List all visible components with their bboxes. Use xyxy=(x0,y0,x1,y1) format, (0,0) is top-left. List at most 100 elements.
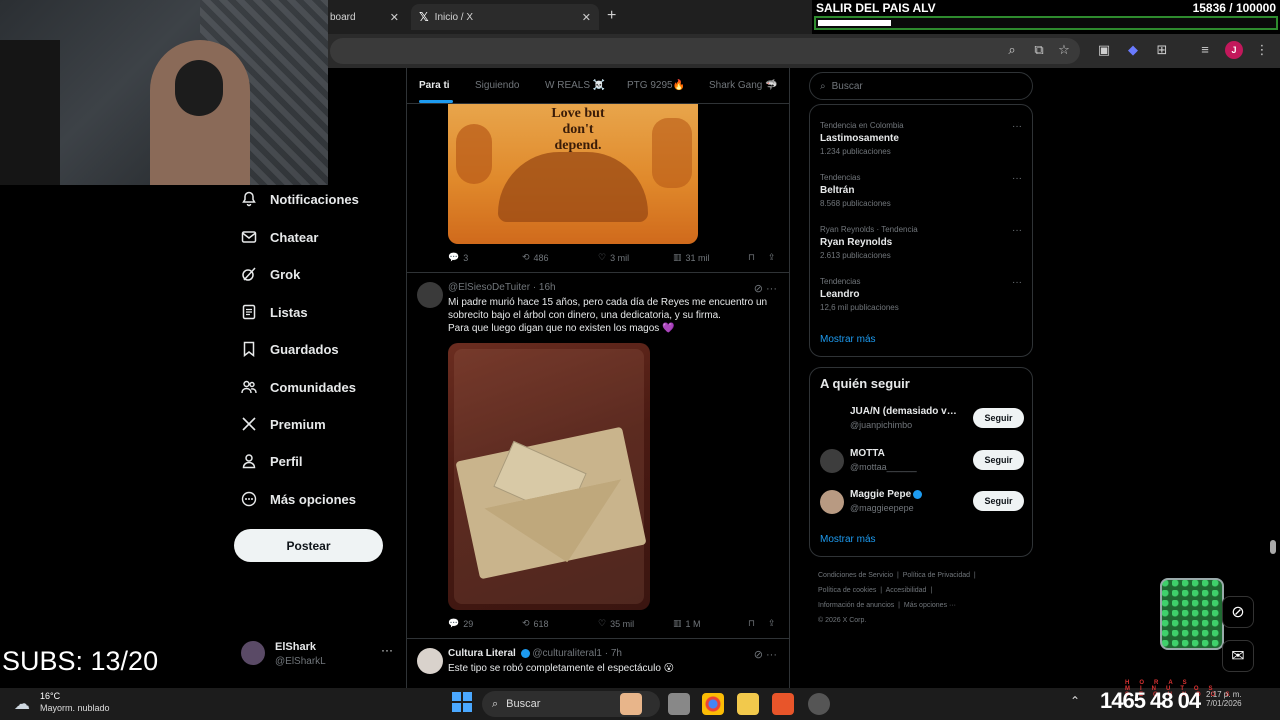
reply-icon: 💬 xyxy=(448,618,460,628)
system-clock[interactable]: 2:17 p. m. 7/01/2026 xyxy=(1206,690,1242,708)
follow-button[interactable]: Seguir xyxy=(973,450,1024,470)
tab-ptg[interactable]: PTG 9295🔥 xyxy=(627,80,685,91)
browser-tab-board[interactable]: board ✕ xyxy=(322,4,407,30)
chevron-up-icon[interactable]: ⌃ xyxy=(1070,694,1080,708)
close-icon[interactable]: ✕ xyxy=(582,11,591,24)
donation-goal: SALIR DEL PAIS ALV 15836 / 100000 xyxy=(812,0,1280,34)
more-icon[interactable]: ⊘ ··· xyxy=(754,282,777,295)
account-switcher[interactable]: ElShark @ElSharkL ··· xyxy=(241,639,396,669)
more-icon[interactable]: ⊘ ··· xyxy=(754,648,777,661)
more-icon[interactable]: ··· xyxy=(1012,173,1022,184)
browser-tab-x[interactable]: 𝕏 Inicio / X ✕ xyxy=(411,4,599,30)
tweet-image[interactable]: Love but don't depend. xyxy=(448,104,698,244)
nav-lists[interactable]: Listas xyxy=(240,303,308,321)
weather-description: Mayorm. nublado xyxy=(40,703,110,713)
footer-link[interactable]: Política de cookies xyxy=(818,587,876,594)
search-input[interactable]: ⌕ Buscar xyxy=(809,72,1033,100)
share-icon[interactable]: ⇪ xyxy=(768,252,776,263)
more-icon[interactable]: ··· xyxy=(1012,225,1022,236)
like-button[interactable]: ♡ 35 mil xyxy=(598,618,634,629)
views-button[interactable]: ▥ 31 mil xyxy=(673,252,710,263)
footer-link[interactable]: Política de Privacidad xyxy=(903,572,970,579)
star-icon[interactable]: ☆ xyxy=(1055,41,1073,59)
extension-icon[interactable]: ▣ xyxy=(1095,41,1113,59)
avatar xyxy=(820,407,844,431)
repost-button[interactable]: ⟲ 618 xyxy=(522,618,549,629)
scrollbar-thumb[interactable] xyxy=(1270,540,1276,554)
trend-item[interactable]: Tendencias Leandro 12,6 mil publicacione… xyxy=(820,277,899,312)
follow-button[interactable]: Seguir xyxy=(973,491,1024,511)
nav-profile[interactable]: Perfil xyxy=(240,452,303,470)
footer-link[interactable]: Condiciones de Servicio xyxy=(818,572,893,579)
show-more-trends-link[interactable]: Mostrar más xyxy=(820,334,876,345)
nav-more-options[interactable]: Más opciones xyxy=(240,490,356,508)
nav-label: Notificaciones xyxy=(270,191,359,207)
mail-icon[interactable]: ✉ xyxy=(1222,640,1254,672)
like-button[interactable]: ♡ 3 mil xyxy=(598,252,629,263)
tab-following[interactable]: Siguiendo xyxy=(475,80,519,91)
follow-button[interactable]: Seguir xyxy=(973,408,1024,428)
tab-shark-gang[interactable]: Shark Gang 🦈 xyxy=(709,80,778,91)
follow-suggestion[interactable]: Maggie Pepe @maggieepepe Seguir xyxy=(820,488,1024,518)
tweet-handle[interactable]: @ElSiesoDeTuiter xyxy=(448,282,530,293)
brave-icon[interactable] xyxy=(772,693,794,715)
follow-suggestion[interactable]: JUA/N (demasiado ver... @juanpichimbo Se… xyxy=(820,405,1024,435)
address-bar[interactable] xyxy=(330,38,1080,64)
repost-button[interactable]: ⟲ 486 xyxy=(522,252,549,263)
avatar xyxy=(820,490,844,514)
puzzle-icon[interactable]: ⊞ xyxy=(1153,41,1171,59)
nav-bookmarks[interactable]: Guardados xyxy=(240,340,339,358)
grok-icon[interactable]: ⊘ xyxy=(1222,596,1254,628)
tab-w-reals[interactable]: W REALS ☠️ xyxy=(545,80,605,91)
footer-link[interactable]: Más opciones ··· xyxy=(904,602,956,609)
clock-date: 7/01/2026 xyxy=(1206,699,1242,708)
people-icon xyxy=(240,378,258,396)
avatar[interactable] xyxy=(417,282,443,308)
zoom-icon[interactable]: ⌕ xyxy=(1003,41,1021,59)
reply-button[interactable]: 💬 3 xyxy=(448,252,468,263)
bookmark-icon[interactable]: ⊓ xyxy=(748,618,755,629)
media-icon[interactable]: ≡ xyxy=(1196,41,1214,59)
nav-label: Grok xyxy=(270,266,301,282)
task-view-icon[interactable] xyxy=(668,693,690,715)
tab-for-you[interactable]: Para ti xyxy=(419,80,450,91)
trend-count: 8.568 publicaciones xyxy=(820,199,891,208)
bookmark-icon[interactable]: ⊓ xyxy=(748,252,755,263)
views-button[interactable]: ▥ 1 M xyxy=(673,618,701,629)
app-icon[interactable] xyxy=(620,693,642,715)
show-more-follow-link[interactable]: Mostrar más xyxy=(820,534,876,545)
tweet-handle[interactable]: @culturaliteral1 xyxy=(532,648,602,659)
windows-start-icon[interactable] xyxy=(452,692,472,712)
more-icon[interactable]: ··· xyxy=(1012,121,1022,132)
new-tab-button[interactable]: + xyxy=(607,7,616,25)
install-icon[interactable]: ⧉ xyxy=(1030,41,1048,59)
tweet-author-name[interactable]: Cultura Literal xyxy=(448,648,516,659)
nav-communities[interactable]: Comunidades xyxy=(240,378,356,396)
kebab-menu-icon[interactable]: ⋮ xyxy=(1253,41,1271,59)
nav-premium[interactable]: Premium xyxy=(240,415,326,433)
trend-item[interactable]: Ryan Reynolds · Tendencia Ryan Reynolds … xyxy=(820,225,918,260)
folder-icon[interactable] xyxy=(737,693,759,715)
chrome-icon[interactable] xyxy=(702,693,724,715)
footer-link[interactable]: Información de anuncios xyxy=(818,602,894,609)
nav-chat[interactable]: Chatear xyxy=(240,228,318,246)
more-icon[interactable]: ··· xyxy=(381,643,393,657)
footer-link[interactable]: Accesibilidad xyxy=(886,587,927,594)
timeline: Para ti Siguiendo W REALS ☠️ PTG 9295🔥 S… xyxy=(406,68,790,688)
trend-item[interactable]: Tendencias Beltrán 8.568 publicaciones xyxy=(820,173,891,208)
nav-grok[interactable]: Grok xyxy=(240,265,300,283)
reply-button[interactable]: 💬 29 xyxy=(448,618,473,629)
nav-notifications[interactable]: Notificaciones xyxy=(240,190,359,208)
vpn-icon[interactable]: ◆ xyxy=(1124,41,1142,59)
close-icon[interactable]: ✕ xyxy=(390,11,399,24)
share-icon[interactable]: ⇪ xyxy=(768,618,776,629)
post-button[interactable]: Postear xyxy=(234,529,383,562)
profile-avatar[interactable]: J xyxy=(1225,41,1243,59)
avatar[interactable] xyxy=(417,648,443,674)
cloud-icon[interactable]: ☁ xyxy=(14,694,30,714)
trend-item[interactable]: Tendencia en Colombia Lastimosamente 1.2… xyxy=(820,121,904,156)
tweet-image[interactable] xyxy=(448,343,650,610)
follow-suggestion[interactable]: MOTTA @mottaa______ Seguir xyxy=(820,447,1024,477)
more-icon[interactable]: ··· xyxy=(1012,277,1022,288)
app-icon[interactable] xyxy=(808,693,830,715)
